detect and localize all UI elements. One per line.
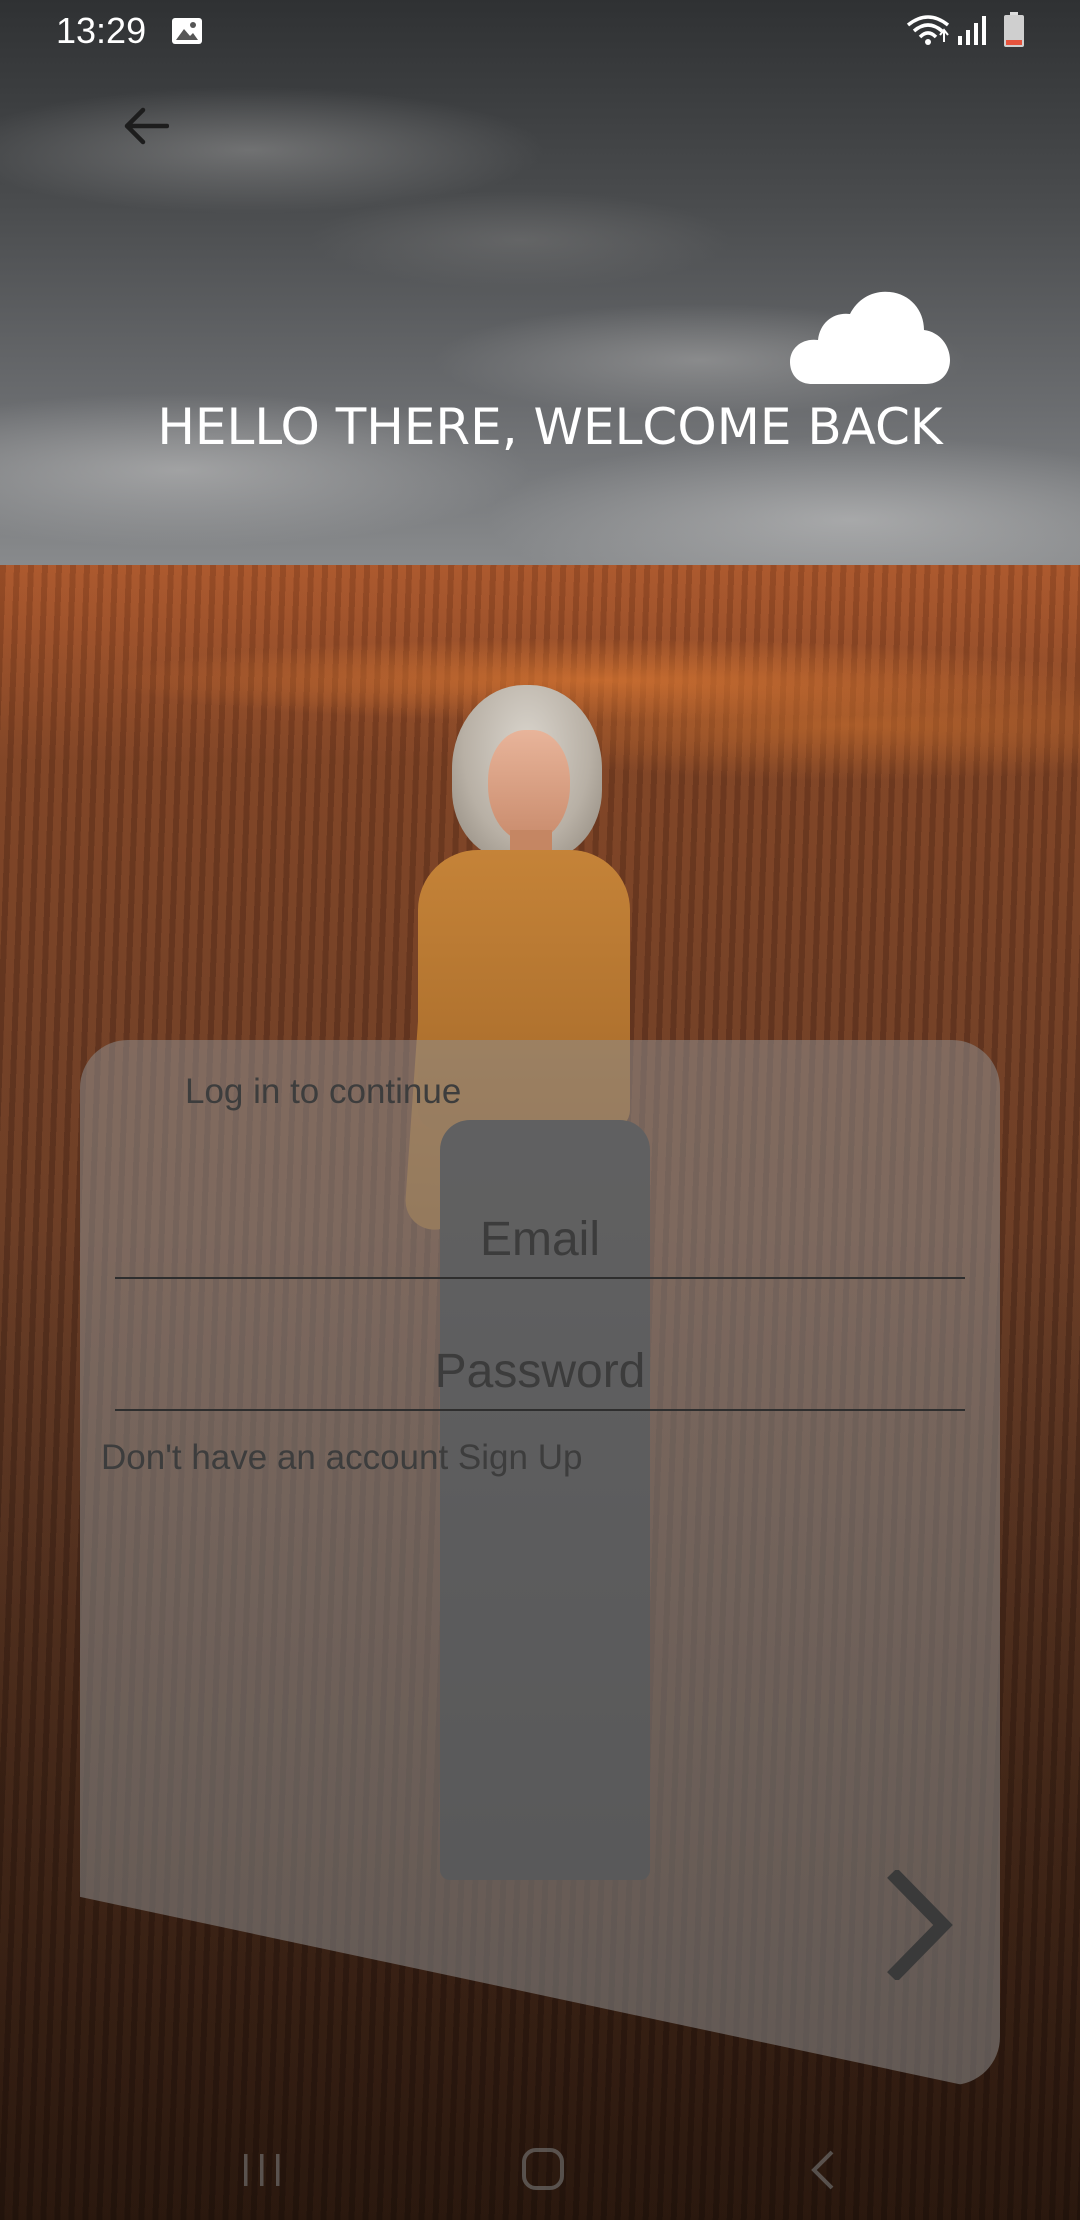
arrow-left-icon	[124, 107, 169, 145]
status-bar: 13:29	[0, 0, 1080, 64]
welcome-title: HELLO THERE, WELCOME BACK	[157, 398, 943, 456]
email-field[interactable]	[115, 1195, 965, 1279]
login-subtitle: Log in to continue	[185, 1072, 462, 1111]
navigation-bar	[0, 2120, 1080, 2220]
recents-icon[interactable]	[240, 2150, 284, 2190]
gallery-icon	[172, 18, 202, 44]
cloud-icon	[790, 291, 950, 384]
next-button[interactable]	[880, 1865, 960, 1985]
chevron-right-icon	[887, 1870, 953, 1980]
back-icon[interactable]	[808, 2148, 838, 2192]
password-field[interactable]	[115, 1327, 965, 1411]
home-icon[interactable]	[520, 2146, 566, 2192]
back-button[interactable]	[115, 95, 177, 157]
status-time: 13:29	[56, 10, 147, 51]
battery-icon	[1004, 12, 1024, 47]
signal-icon	[958, 16, 986, 45]
email-input[interactable]	[115, 1212, 965, 1277]
signup-link[interactable]: Don't have an account Sign Up	[101, 1438, 582, 1478]
figure-face	[488, 730, 570, 842]
password-input[interactable]	[115, 1344, 965, 1409]
wifi-icon	[906, 15, 950, 45]
